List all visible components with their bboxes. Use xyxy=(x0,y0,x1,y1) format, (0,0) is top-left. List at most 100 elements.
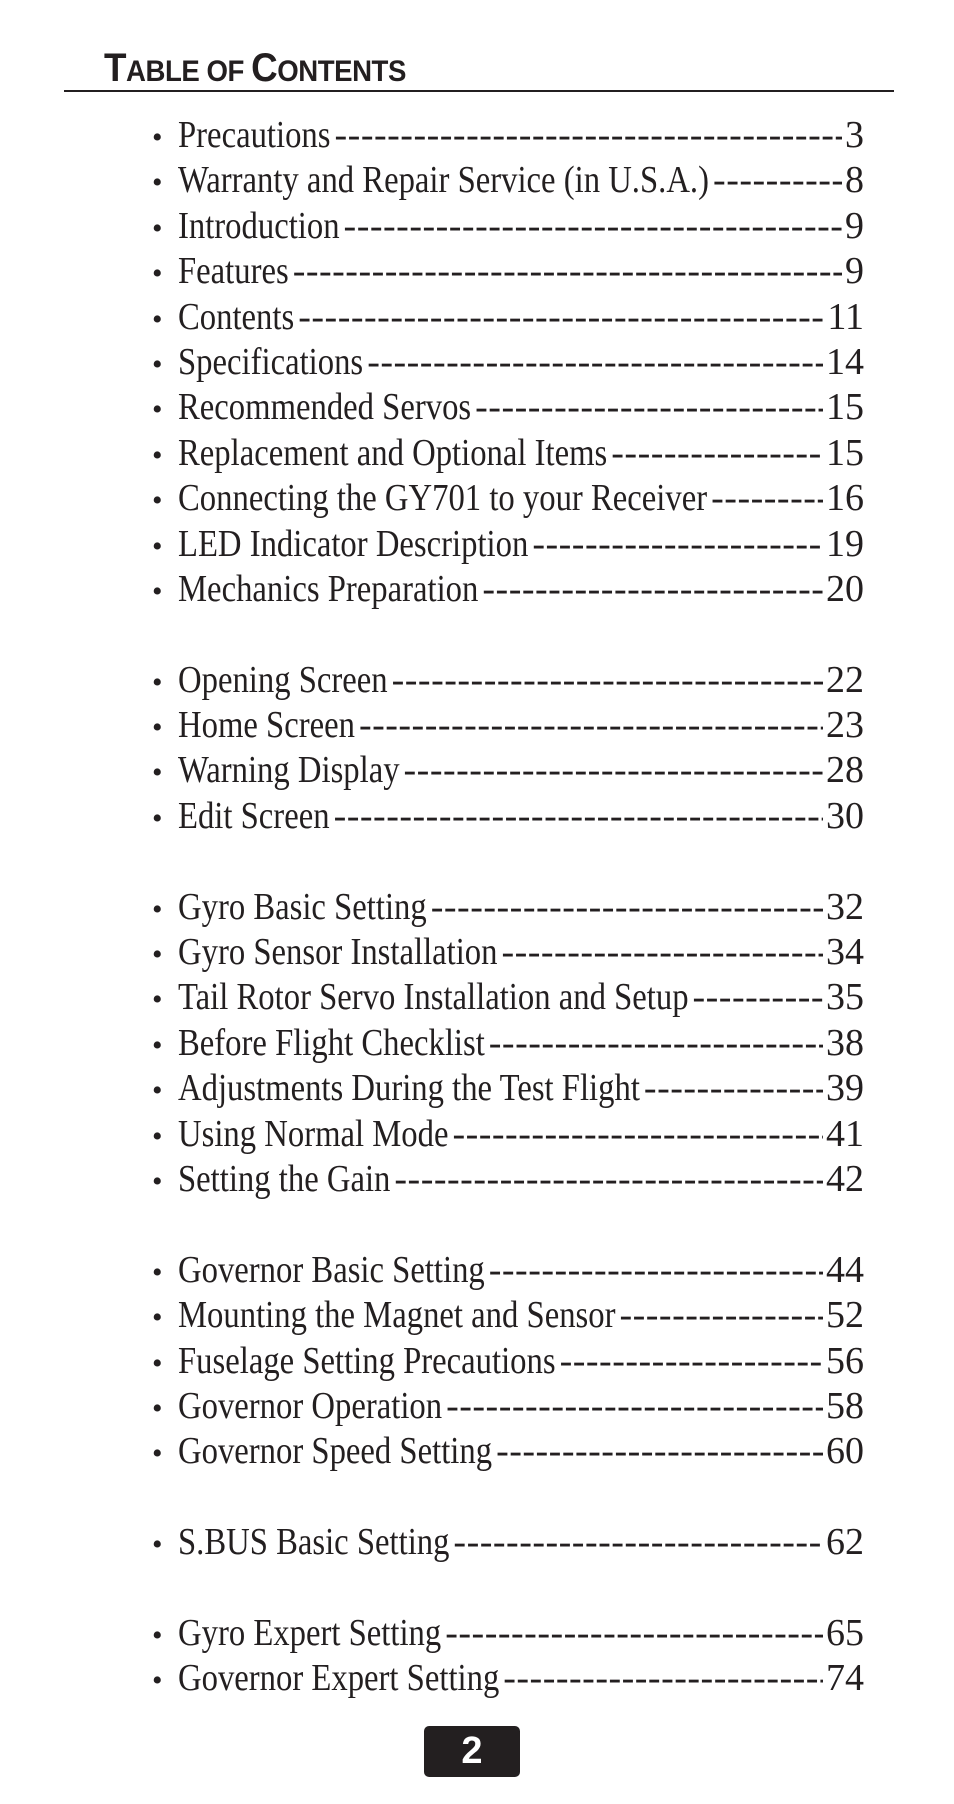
toc-entry-page[interactable]: 39 xyxy=(826,1066,864,1111)
toc-entry-page[interactable]: 9 xyxy=(845,204,864,249)
dot-leader xyxy=(489,1248,823,1293)
toc-entry-title[interactable]: Warranty and Repair Service (in U.S.A.) xyxy=(178,158,709,203)
dot-leader xyxy=(394,1157,823,1202)
toc-entry-title[interactable]: Specifications xyxy=(178,340,363,385)
toc-entry-page[interactable]: 23 xyxy=(826,703,864,748)
toc-entry-page[interactable]: 16 xyxy=(826,476,864,521)
toc-entry-page[interactable]: 44 xyxy=(826,1248,864,1293)
toc-entry-title[interactable]: Edit Screen xyxy=(178,794,330,839)
toc-entry-page[interactable]: 62 xyxy=(826,1520,864,1565)
toc-entry[interactable]: • Home Screen 23 xyxy=(152,703,864,748)
toc-entry-title[interactable]: LED Indicator Description xyxy=(178,522,528,567)
toc-entry-title[interactable]: Using Normal Mode xyxy=(178,1112,448,1157)
toc-entry-page[interactable]: 11 xyxy=(827,295,864,340)
toc-entry-page[interactable]: 35 xyxy=(826,975,864,1020)
toc-entry-page[interactable]: 15 xyxy=(826,431,864,476)
toc-entry[interactable]: • Using Normal Mode 41 xyxy=(152,1112,864,1157)
toc-entry-title[interactable]: Gyro Sensor Installation xyxy=(178,930,498,975)
dot-leader xyxy=(489,1021,823,1066)
toc-entry[interactable]: • Replacement and Optional Items 15 xyxy=(152,431,864,476)
toc-entry-title[interactable]: Governor Basic Setting xyxy=(178,1248,485,1293)
heading-initial-1: T xyxy=(104,46,127,90)
toc-entry-title[interactable]: Governor Expert Setting xyxy=(178,1656,499,1701)
toc-entry[interactable]: • Warranty and Repair Service (in U.S.A.)… xyxy=(152,158,864,203)
toc-entry-title[interactable]: Gyro Expert Setting xyxy=(178,1611,441,1656)
toc-entry-page[interactable]: 32 xyxy=(826,885,864,930)
toc-entry-title[interactable]: Precautions xyxy=(178,113,330,158)
toc-entry[interactable]: • Introduction 9 xyxy=(152,204,864,249)
toc-entry[interactable]: • Precautions 3 xyxy=(152,113,864,158)
toc-entry[interactable]: • LED Indicator Description 19 xyxy=(152,522,864,567)
toc-entry[interactable]: • Governor Expert Setting 74 xyxy=(152,1656,864,1701)
page-number-badge: 2 xyxy=(424,1726,520,1777)
toc-entry-title[interactable]: Governor Operation xyxy=(178,1384,442,1429)
toc-entry[interactable]: • Connecting the GY701 to your Receiver 16 xyxy=(152,476,864,521)
toc-entry[interactable]: • Specifications 14 xyxy=(152,340,864,385)
toc-entry-title[interactable]: Setting the Gain xyxy=(178,1157,390,1202)
toc-entry[interactable]: • Gyro Basic Setting 32 xyxy=(152,885,864,930)
toc-entry-title[interactable]: Tail Rotor Servo Installation and Setup xyxy=(178,975,689,1020)
toc-entry[interactable]: • S.BUS Basic Setting 62 xyxy=(152,1520,864,1565)
toc-entry[interactable]: • Edit Screen 30 xyxy=(152,794,864,839)
toc-entry-page[interactable]: 38 xyxy=(826,1021,864,1066)
toc-entry[interactable]: • Adjustments During the Test Flight 39 xyxy=(152,1066,864,1111)
toc-entry-title[interactable]: Connecting the GY701 to your Receiver xyxy=(178,476,707,521)
toc-entry-page[interactable]: 30 xyxy=(826,794,864,839)
bullet-icon: • xyxy=(152,1528,163,1562)
toc-entry-page[interactable]: 60 xyxy=(826,1429,864,1474)
toc-entry-page[interactable]: 3 xyxy=(845,113,864,158)
toc-entry-title[interactable]: Mechanics Preparation xyxy=(178,567,478,612)
toc-entry-page[interactable]: 8 xyxy=(845,158,864,203)
toc-entry-page[interactable]: 34 xyxy=(826,930,864,975)
toc-entry[interactable]: • Recommended Servos 15 xyxy=(152,385,864,430)
toc-entry-title[interactable]: Warning Display xyxy=(178,748,400,793)
toc-entry-page[interactable]: 42 xyxy=(826,1157,864,1202)
toc-entry-title[interactable]: Opening Screen xyxy=(178,658,388,703)
toc-entry-title[interactable]: Adjustments During the Test Flight xyxy=(178,1066,640,1111)
toc-entry[interactable]: • Governor Operation 58 xyxy=(152,1384,864,1429)
toc-entry-title[interactable]: Contents xyxy=(178,295,294,340)
toc-entry-page[interactable]: 52 xyxy=(826,1293,864,1338)
toc-entry[interactable]: • Mounting the Magnet and Sensor 52 xyxy=(152,1293,864,1338)
toc-entry[interactable]: • Governor Speed Setting 60 xyxy=(152,1429,864,1474)
toc-entry[interactable]: • Fuselage Setting Precautions 56 xyxy=(152,1339,864,1384)
toc-entry-title[interactable]: Home Screen xyxy=(178,703,355,748)
toc-entry[interactable]: • Gyro Expert Setting 65 xyxy=(152,1611,864,1656)
toc-entry-page[interactable]: 56 xyxy=(826,1339,864,1384)
toc-entry-page[interactable]: 19 xyxy=(826,522,864,567)
toc-entry[interactable]: • Gyro Sensor Installation 34 xyxy=(152,930,864,975)
toc-entry-title[interactable]: Recommended Servos xyxy=(178,385,471,430)
toc-entry-page[interactable]: 22 xyxy=(826,658,864,703)
toc-entry[interactable]: • Contents 11 xyxy=(152,295,864,340)
toc-entry[interactable]: • Warning Display 28 xyxy=(152,748,864,793)
dot-leader xyxy=(298,295,824,340)
toc-entry-title[interactable]: Fuselage Setting Precautions xyxy=(178,1339,556,1384)
toc-entry-title[interactable]: Mounting the Magnet and Sensor xyxy=(178,1293,615,1338)
toc-entry[interactable]: • Governor Basic Setting 44 xyxy=(152,1248,864,1293)
toc-entry[interactable]: • Features 9 xyxy=(152,249,864,294)
toc-entry-title[interactable]: Governor Speed Setting xyxy=(178,1429,492,1474)
toc-entry-page[interactable]: 9 xyxy=(845,249,864,294)
toc-entry[interactable]: • Tail Rotor Servo Installation and Setup… xyxy=(152,975,864,1020)
bullet-icon: • xyxy=(152,211,163,245)
toc-entry-page[interactable]: 15 xyxy=(826,385,864,430)
toc-entry-page[interactable]: 74 xyxy=(826,1656,864,1701)
toc-entry-page[interactable]: 14 xyxy=(826,340,864,385)
toc-entry-title[interactable]: Before Flight Checklist xyxy=(178,1021,485,1066)
toc-entry-page[interactable]: 20 xyxy=(826,567,864,612)
toc-entry-title[interactable]: Introduction xyxy=(178,204,340,249)
toc-entry[interactable]: • Opening Screen 22 xyxy=(152,658,864,703)
toc-entry-title[interactable]: Replacement and Optional Items xyxy=(178,431,607,476)
toc-entry[interactable]: • Before Flight Checklist 38 xyxy=(152,1021,864,1066)
dot-leader xyxy=(560,1339,823,1384)
bullet-icon: • xyxy=(152,121,163,154)
toc-entry-page[interactable]: 58 xyxy=(826,1384,864,1429)
toc-entry-title[interactable]: Features xyxy=(178,249,289,294)
toc-entry-title[interactable]: Gyro Basic Setting xyxy=(178,885,427,930)
toc-entry[interactable]: • Setting the Gain 42 xyxy=(152,1157,864,1202)
toc-entry-page[interactable]: 28 xyxy=(826,748,864,793)
toc-entry-title[interactable]: S.BUS Basic Setting xyxy=(178,1520,449,1565)
toc-entry-page[interactable]: 41 xyxy=(826,1112,864,1157)
toc-entry[interactable]: • Mechanics Preparation 20 xyxy=(152,567,864,612)
toc-entry-page[interactable]: 65 xyxy=(826,1611,864,1656)
